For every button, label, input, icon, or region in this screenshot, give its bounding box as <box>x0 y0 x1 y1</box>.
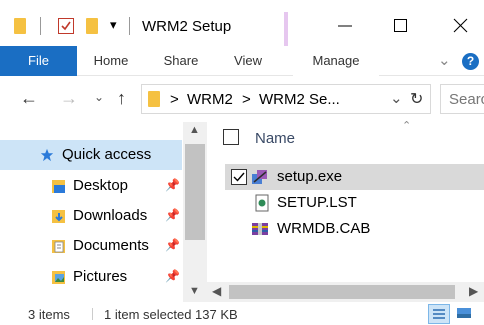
nav-label-documents: Documents <box>73 237 149 254</box>
status-separator <box>92 308 93 320</box>
file-name: setup.exe <box>277 168 343 185</box>
address-folder-icon <box>148 91 160 107</box>
column-name[interactable]: Name <box>255 130 295 147</box>
minimize-icon[interactable] <box>330 10 360 40</box>
file-name: WRMDB.CAB <box>277 220 371 237</box>
text-file-icon <box>255 194 269 212</box>
up-arrow-icon[interactable]: ↑ <box>117 88 126 109</box>
desktop-folder-icon <box>52 180 65 193</box>
file-name: SETUP.LST <box>277 194 357 211</box>
nav-label-quick-access: Quick access <box>62 146 152 163</box>
search-placeholder: Searc <box>449 91 484 108</box>
installer-icon <box>252 170 267 184</box>
nav-item-downloads[interactable]: Downloads 📌 <box>0 201 182 231</box>
title-separator <box>129 17 130 35</box>
file-row-setup-exe[interactable]: setup.exe <box>225 164 484 190</box>
address-row: ← → ⌄ ↑ > WRM2 > WRM2 Se... ⌄ ↻ Searc <box>0 76 484 122</box>
large-icons-view-icon[interactable] <box>454 304 476 324</box>
folder-icon <box>14 18 26 34</box>
sort-up-icon: ⌃ <box>402 120 412 132</box>
scroll-right-icon[interactable]: ▶ <box>469 284 478 298</box>
address-bar[interactable]: > WRM2 > WRM2 Se... ⌄ ↻ <box>141 84 431 114</box>
back-arrow-icon[interactable]: ← <box>20 88 38 109</box>
status-selection: 1 item selected 137 KB <box>104 307 238 322</box>
properties-icon[interactable] <box>58 18 74 34</box>
cabinet-archive-icon <box>252 223 268 235</box>
help-icon[interactable]: ? <box>462 53 479 70</box>
pictures-folder-icon <box>52 271 65 284</box>
scroll-left-icon[interactable]: ◀ <box>212 284 221 298</box>
tab-home[interactable]: Home <box>82 46 140 76</box>
select-all-checkbox[interactable] <box>223 129 239 145</box>
title-bar: ▾ WRM2 Setup <box>0 0 484 46</box>
recent-locations-icon[interactable]: ⌄ <box>94 90 104 104</box>
nav-label-downloads: Downloads <box>73 207 148 224</box>
window-title: WRM2 Setup <box>142 18 232 35</box>
scroll-up-icon[interactable]: ▲ <box>189 124 200 136</box>
search-input[interactable]: Searc <box>440 84 484 114</box>
file-horizontal-scrollbar[interactable]: ◀ ▶ <box>207 282 484 302</box>
documents-folder-icon <box>52 240 65 253</box>
row-checkbox[interactable] <box>231 169 247 185</box>
details-view-icon[interactable] <box>428 304 450 324</box>
nav-scroll-thumb[interactable] <box>185 144 205 240</box>
tab-file[interactable]: File <box>0 46 77 76</box>
downloads-folder-icon <box>52 210 65 223</box>
nav-item-desktop[interactable]: Desktop 📌 <box>0 171 182 201</box>
maximize-icon[interactable] <box>386 10 416 40</box>
close-icon[interactable] <box>446 10 476 40</box>
pin-icon[interactable]: 📌 <box>165 238 180 252</box>
ribbon-expand-icon[interactable]: ⌄ <box>438 51 451 69</box>
pin-icon[interactable]: 📌 <box>165 208 180 222</box>
nav-item-pictures[interactable]: Pictures 📌 <box>0 262 182 292</box>
qa-dropdown-icon[interactable]: ▾ <box>110 17 117 33</box>
refresh-icon[interactable]: ↻ <box>410 89 423 109</box>
scroll-down-icon[interactable]: ▼ <box>189 285 200 297</box>
star-icon <box>40 148 54 162</box>
column-header: Name ⌃ <box>207 120 484 158</box>
pin-icon[interactable]: 📌 <box>165 178 180 192</box>
breadcrumb-wrm2-setup[interactable]: WRM2 Se... <box>259 91 340 108</box>
nav-label-pictures: Pictures <box>73 268 128 285</box>
tab-view[interactable]: View <box>220 46 276 76</box>
file-row-setup-lst[interactable]: SETUP.LST <box>225 190 484 216</box>
tab-manage[interactable]: Manage <box>293 46 379 76</box>
qa-separator <box>40 17 41 35</box>
forward-arrow-icon[interactable]: → <box>60 88 78 109</box>
status-bar: 3 items 1 item selected 137 KB <box>0 302 484 325</box>
pin-icon[interactable]: 📌 <box>165 269 180 283</box>
new-folder-icon[interactable] <box>86 18 98 34</box>
breadcrumb-wrm2[interactable]: WRM2 <box>187 91 233 108</box>
file-scroll-thumb[interactable] <box>229 285 455 299</box>
title-accent <box>284 12 288 46</box>
address-separator[interactable]: > <box>170 91 179 108</box>
ribbon-tabs: File Home Share View Manage ⌄ ? <box>0 46 484 76</box>
nav-scrollbar[interactable]: ▲ ▼ <box>183 122 207 302</box>
status-item-count: 3 items <box>28 307 70 322</box>
nav-item-quick-access[interactable]: Quick access <box>0 140 182 170</box>
file-list: Name ⌃ setup.exe SETUP.LST WRMDB.CAB ◀ ▶ <box>207 120 484 302</box>
address-separator[interactable]: > <box>242 91 251 108</box>
nav-label-desktop: Desktop <box>73 177 129 194</box>
address-dropdown-icon[interactable]: ⌄ <box>390 89 403 107</box>
navigation-pane: Quick access Desktop 📌 Downloads 📌 Docum… <box>0 122 207 302</box>
nav-item-documents[interactable]: Documents 📌 <box>0 231 182 261</box>
tab-share[interactable]: Share <box>152 46 210 76</box>
file-row-wrmdb-cab[interactable]: WRMDB.CAB <box>225 216 484 242</box>
